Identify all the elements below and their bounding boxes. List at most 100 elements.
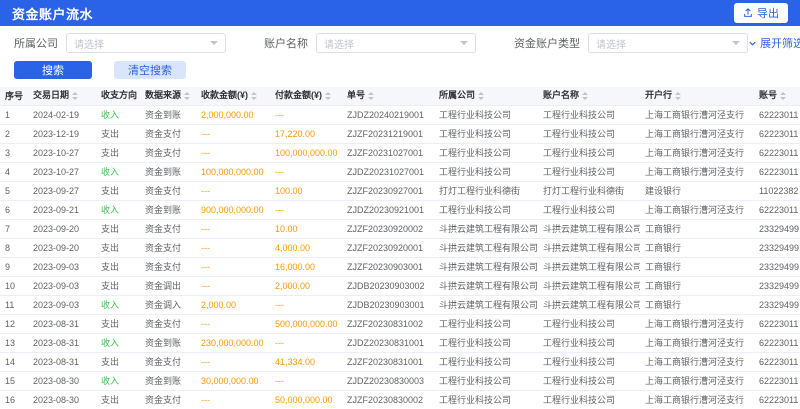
cell-received: 2,000,000.00 [196, 105, 270, 124]
column-header-paid[interactable]: 付款金额(¥) [270, 87, 342, 105]
cell-account-name: 工程行业科技公司 [538, 390, 640, 409]
table-row: 42023-10-27收入资金到账100,000,000.00---ZJDZ20… [0, 162, 800, 181]
filter-panel: 所属公司 请选择 账户名称 请选择 资金账户类型 请选择 展开筛选 [0, 26, 800, 87]
cell-order: ZJZF20231027001 [342, 143, 434, 162]
account-name-filter-select[interactable]: 请选择 [316, 33, 476, 53]
cell-date: 2023-08-30 [28, 390, 96, 409]
search-button[interactable]: 搜索 [14, 61, 92, 79]
cell-date: 2023-09-03 [28, 276, 96, 295]
column-header-received[interactable]: 收款金额(¥) [196, 87, 270, 105]
sort-icon[interactable] [184, 89, 190, 103]
column-header-account-no[interactable]: 账号 [754, 87, 800, 105]
sort-icon[interactable] [251, 89, 257, 103]
cell-paid: 100.00 [270, 181, 342, 200]
sort-icon[interactable] [675, 89, 681, 103]
cell-direction: 支出 [96, 143, 140, 162]
column-label: 数据来源 [145, 90, 181, 100]
cell-paid: --- [270, 162, 342, 181]
sort-icon[interactable] [780, 89, 786, 103]
cell-date: 2023-08-31 [28, 352, 96, 371]
cell-paid: --- [270, 333, 342, 352]
table-row: 122023-08-31支出资金支付---500,000,000.00ZJZF2… [0, 314, 800, 333]
cell-received: --- [196, 238, 270, 257]
cell-account-name: 工程行业科技公司 [538, 143, 640, 162]
company-filter-select[interactable]: 请选择 [66, 33, 226, 53]
cell-source: 资金到账 [140, 105, 196, 124]
cell-received: 100,000,000.00 [196, 162, 270, 181]
cell-company: 斗拱云建筑工程有限公司 [434, 238, 538, 257]
column-header-account-name[interactable]: 账户名称 [538, 87, 640, 105]
column-header-company[interactable]: 所属公司 [434, 87, 538, 105]
chevron-down-icon [210, 41, 218, 49]
cell-bank: 上海工商银行漕河泾支行 [640, 314, 754, 333]
cell-account-name: 斗拱云建筑工程有限公司 [538, 238, 640, 257]
sort-icon[interactable] [582, 89, 588, 103]
cell-bank: 上海工商银行漕河泾支行 [640, 333, 754, 352]
cell-order: ZJDZ20231027001 [342, 162, 434, 181]
cell-source: 资金调入 [140, 295, 196, 314]
cell-paid: --- [270, 200, 342, 219]
cell-order: ZJZF20230920001 [342, 238, 434, 257]
column-header-date[interactable]: 交易日期 [28, 87, 96, 105]
table-row: 52023-09-27支出资金支付---100.00ZJZF2023092700… [0, 181, 800, 200]
table-row: 72023-09-20支出资金支付---10.00ZJZF20230920002… [0, 219, 800, 238]
cell-received: --- [196, 181, 270, 200]
cell-date: 2023-08-31 [28, 314, 96, 333]
cell-account-no: 62223011 [754, 352, 800, 371]
cell-account-name: 斗拱云建筑工程有限公司 [538, 276, 640, 295]
cell-direction: 收入 [96, 162, 140, 181]
company-filter-label: 所属公司 [14, 35, 58, 51]
cell-date: 2024-02-19 [28, 105, 96, 124]
cell-account-no: 62223011 [754, 105, 800, 124]
column-header-direction[interactable]: 收支方向 [96, 87, 140, 105]
sort-icon[interactable] [72, 89, 78, 103]
export-button[interactable]: 导出 [734, 3, 788, 23]
sort-icon[interactable] [368, 89, 374, 103]
cell-order: ZJZF20230831002 [342, 314, 434, 333]
expand-filter-link[interactable]: 展开筛选 [748, 35, 800, 51]
cell-source: 资金到账 [140, 162, 196, 181]
cell-company: 工程行业科技公司 [434, 390, 538, 409]
cell-index: 5 [0, 181, 28, 200]
cell-date: 2023-09-21 [28, 200, 96, 219]
column-label: 序号 [5, 91, 23, 101]
account-type-filter-select[interactable]: 请选择 [588, 33, 748, 53]
cell-bank: 工商银行 [640, 257, 754, 276]
cell-bank: 建设银行 [640, 181, 754, 200]
company-filter-field: 所属公司 请选择 [14, 33, 226, 53]
transactions-table: 序号交易日期收支方向数据来源 收款金额(¥) 付款金额(¥) 单号所属公司账户名称 开户… [0, 87, 800, 409]
cell-received: --- [196, 314, 270, 333]
cell-bank: 上海工商银行漕河泾支行 [640, 143, 754, 162]
column-label: 账户名称 [543, 90, 579, 100]
cell-order: ZJZF20230927001 [342, 181, 434, 200]
cell-direction: 支出 [96, 276, 140, 295]
cell-order: ZJZF20230920002 [342, 219, 434, 238]
cell-index: 6 [0, 200, 28, 219]
table-row: 132023-08-31收入资金到账230,000,000.00---ZJDZ2… [0, 333, 800, 352]
clear-search-button[interactable]: 清空搜索 [114, 61, 186, 79]
cell-company: 工程行业科技公司 [434, 124, 538, 143]
cell-account-no: 62223011 [754, 200, 800, 219]
column-header-order[interactable]: 单号 [342, 87, 434, 105]
column-label: 付款金额(¥) [275, 90, 322, 100]
cell-bank: 工商银行 [640, 276, 754, 295]
cell-source: 资金支付 [140, 352, 196, 371]
cell-company: 工程行业科技公司 [434, 105, 538, 124]
cell-account-name: 工程行业科技公司 [538, 314, 640, 333]
account-type-filter-field: 资金账户类型 请选择 [514, 33, 748, 53]
sort-icon[interactable] [325, 89, 331, 103]
cell-account-name: 工程行业科技公司 [538, 200, 640, 219]
column-header-bank[interactable]: 开户行 [640, 87, 754, 105]
cell-index: 4 [0, 162, 28, 181]
column-header-source[interactable]: 数据来源 [140, 87, 196, 105]
sort-icon[interactable] [478, 89, 484, 103]
cell-direction: 收入 [96, 371, 140, 390]
cell-date: 2023-09-20 [28, 219, 96, 238]
cell-paid: 50,000,000.00 [270, 390, 342, 409]
cell-direction: 收入 [96, 295, 140, 314]
cell-direction: 支出 [96, 238, 140, 257]
page-title: 资金账户流水 [12, 4, 93, 23]
table-row: 12024-02-19收入资金到账2,000,000.00---ZJDZ2024… [0, 105, 800, 124]
cell-index: 8 [0, 238, 28, 257]
cell-order: ZJDB20230903002 [342, 276, 434, 295]
